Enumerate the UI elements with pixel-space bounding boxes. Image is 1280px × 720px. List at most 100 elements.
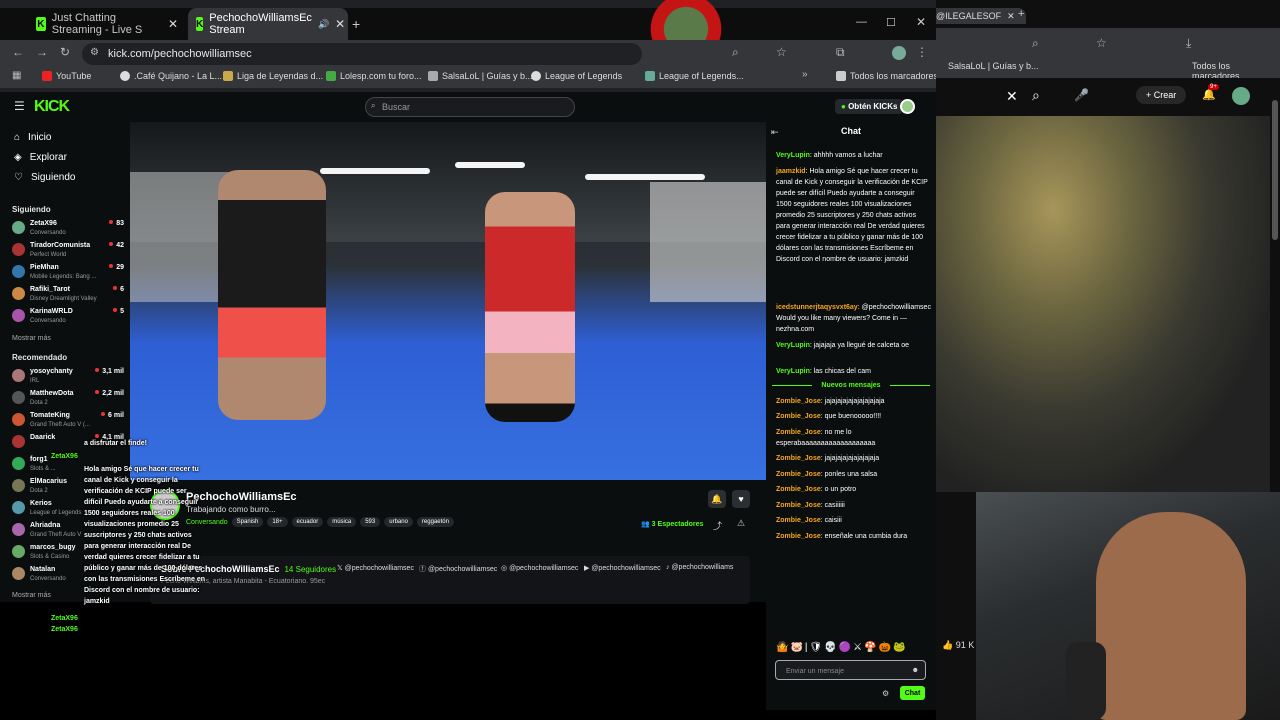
bookmark-item[interactable]: League of Legends... xyxy=(645,71,744,81)
mic-icon[interactable]: 🎤 xyxy=(1074,88,1089,102)
sidebar-channel-recommended[interactable]: TomateKing Grand Theft Auto V (... 6 mil xyxy=(12,411,124,433)
sidebar-item-siguiendo[interactable]: ♡ Siguiendo xyxy=(14,172,75,183)
chat-username[interactable]: jaamzkid xyxy=(776,168,806,175)
search-icon[interactable]: ⌕ xyxy=(1032,87,1040,104)
follow-button[interactable]: ♥ xyxy=(732,490,750,508)
like-button[interactable]: 👍 91 K xyxy=(942,640,974,651)
bookmark-item[interactable]: SalsaLoL | Guías y b... xyxy=(948,61,1039,71)
new-tab-icon[interactable]: + xyxy=(352,16,360,32)
chat-username[interactable]: Zombie_Jose xyxy=(776,398,821,405)
back-icon[interactable]: ← xyxy=(12,45,24,59)
report-icon[interactable]: ⚠ xyxy=(737,518,745,529)
tab-pechocho[interactable]: K PechochoWilliamsEc Stream 🔊 ✕ xyxy=(188,8,348,40)
sidebar-item-inicio[interactable]: ⌂ Inicio xyxy=(14,132,51,143)
search-input[interactable]: ⌕ Buscar xyxy=(365,97,575,117)
tag-pill[interactable]: 18+ xyxy=(267,517,288,527)
url-input[interactable]: ⚙ kick.com/pechochowilliamsec xyxy=(82,43,642,65)
bookmark-item[interactable]: League of Legends xyxy=(531,71,622,81)
tag-pill[interactable]: Spanish xyxy=(231,517,264,527)
bookmark-item[interactable]: SalsaLoL | Guías y b... xyxy=(428,71,533,81)
profile-avatar[interactable] xyxy=(1232,87,1250,105)
chat-username[interactable]: VeryLupin xyxy=(776,368,810,375)
chat-username[interactable]: Zombie_Jose xyxy=(776,455,821,462)
chat-username[interactable]: Zombie_Jose xyxy=(776,471,821,478)
menu-icon[interactable]: ⋮ xyxy=(916,45,928,59)
close-tab-icon[interactable]: ✕ xyxy=(1007,11,1015,22)
social-tiktok-link[interactable]: ♪ @pechochowilliams xyxy=(666,564,733,571)
bookmark-item[interactable]: Liga de Leyendas d... xyxy=(223,71,323,81)
chat-username[interactable]: Zombie_Jose xyxy=(776,533,821,540)
notification-bell-button[interactable]: 🔔 xyxy=(708,490,726,508)
site-info-icon[interactable]: ⚙ xyxy=(90,47,99,58)
hamburger-menu-icon[interactable]: ☰ xyxy=(14,99,25,113)
bookmark-item[interactable]: YouTube xyxy=(42,71,91,81)
stream-info: PechochoWilliamsEc Trabajando como burro… xyxy=(130,480,766,604)
reload-icon[interactable]: ↻ xyxy=(60,45,70,59)
zoom-icon[interactable]: ⌕ xyxy=(732,45,739,60)
more-bookmarks-icon[interactable]: » xyxy=(802,69,808,80)
chat-username[interactable]: Zombie_Jose xyxy=(776,502,821,509)
profile-avatar[interactable] xyxy=(892,46,906,60)
sidebar-channel-recommended[interactable]: MatthewDota Dota 2 2,2 mil xyxy=(12,389,124,411)
tag-pill[interactable]: ecuador xyxy=(291,517,324,527)
tag-pill[interactable]: urbano xyxy=(384,517,413,527)
chat-username[interactable]: Zombie_Jose xyxy=(776,486,821,493)
sidebar-channel-following[interactable]: PieMhan Mobile Legends: Bang ... 29 xyxy=(12,263,124,285)
speaker-icon[interactable]: 🔊 xyxy=(318,19,329,30)
sidebar-channel-following[interactable]: TiradorComunista Perfect World 42 xyxy=(12,241,124,263)
chat-username[interactable]: icedstunnerjtaqysvxt6ay xyxy=(776,304,858,311)
emote-bar[interactable]: 🤷🐷|🛡💀🟣⚔🍄🎃🐸 xyxy=(776,642,907,653)
apps-icon[interactable]: ▦ xyxy=(12,70,21,81)
scrollbar[interactable] xyxy=(1272,100,1278,240)
new-tab-icon[interactable]: + xyxy=(1018,8,1024,20)
chat-username[interactable]: VeryLupin xyxy=(776,342,810,349)
close-tab-icon[interactable]: ✕ xyxy=(335,17,345,31)
user-avatar[interactable] xyxy=(900,99,915,114)
sidebar-channel-following[interactable]: Rafiki_Tarot Disney Dreamlight Valley 6 xyxy=(12,285,124,307)
bookmark-star-icon[interactable]: ☆ xyxy=(776,45,787,59)
emoji-icon[interactable]: ☻ xyxy=(912,665,919,676)
maximize-icon[interactable]: ☐ xyxy=(886,16,896,29)
share-icon[interactable]: ⤴ xyxy=(713,519,722,532)
social-facebook-link[interactable]: ⓕ @pechochowilliamsec xyxy=(419,564,497,574)
sidebar-channel-following[interactable]: KarinaWRLD Conversando 5 xyxy=(12,307,124,329)
close-tab-icon[interactable]: ✕ xyxy=(168,17,178,31)
all-bookmarks[interactable]: Todos los marcadores xyxy=(836,71,938,81)
sidebar-item-explorar[interactable]: ◈ Explorar xyxy=(14,152,67,163)
chat-username[interactable]: Zombie_Jose xyxy=(776,429,821,436)
video-player[interactable] xyxy=(130,122,766,480)
show-more-link[interactable]: Mostrar más xyxy=(12,335,51,342)
send-chat-button[interactable]: Chat xyxy=(900,686,925,700)
sidebar-channel-recommended[interactable]: yosoychanty IRL 3,1 mil xyxy=(12,367,124,389)
create-button[interactable]: + Crear xyxy=(1136,86,1187,104)
extensions-icon[interactable]: ⧉ xyxy=(836,45,845,60)
show-more-link[interactable]: Mostrar más xyxy=(12,592,51,599)
close-icon[interactable]: ✕ xyxy=(1006,88,1018,105)
forward-icon[interactable]: → xyxy=(36,45,48,59)
social-x-link[interactable]: 𝕏 @pechochowilliamsec xyxy=(337,564,414,572)
bookmark-star-icon[interactable]: ☆ xyxy=(1096,36,1107,50)
settings-gear-icon[interactable]: ⚙ xyxy=(882,688,889,699)
tab-ilegales[interactable]: @ILEGALESOF ✕ xyxy=(936,8,1026,24)
tag-pill[interactable]: 593 xyxy=(360,517,381,527)
bookmark-item[interactable]: Lolesp.com tu foro... xyxy=(326,71,422,81)
tag-pill[interactable]: música xyxy=(327,517,357,527)
channel-name: yosoychanty xyxy=(30,368,73,375)
download-icon[interactable]: ⤓ xyxy=(1186,36,1191,51)
zoom-icon[interactable]: ⌕ xyxy=(1032,36,1039,51)
social-instagram-link[interactable]: ◎ @pechochowilliamsec xyxy=(501,564,578,572)
chat-username[interactable]: VeryLupin xyxy=(776,152,810,159)
kick-logo[interactable]: KICK xyxy=(34,98,70,116)
tab-just-chatting[interactable]: K Just Chatting Streaming - Live S ✕ xyxy=(28,8,186,40)
chat-username[interactable]: Zombie_Jose xyxy=(776,517,821,524)
youtube-video[interactable] xyxy=(936,116,1270,492)
bookmark-item[interactable]: .Café Quijano - La L... xyxy=(120,71,222,81)
close-window-icon[interactable]: ✕ xyxy=(916,15,926,29)
tag-pill[interactable]: reggaetón xyxy=(416,517,454,527)
chat-input[interactable]: Enviar un mensaje ☻ xyxy=(775,660,926,680)
social-youtube-link[interactable]: ▶ @pechochowilliamsec xyxy=(584,564,661,572)
chat-username[interactable]: Zombie_Jose xyxy=(776,413,821,420)
get-kicks-button[interactable]: ● Obtén KICKs xyxy=(835,99,904,114)
minimize-icon[interactable]: — xyxy=(856,16,867,28)
sidebar-channel-following[interactable]: ZetaX96 Conversando 83 xyxy=(12,219,124,241)
